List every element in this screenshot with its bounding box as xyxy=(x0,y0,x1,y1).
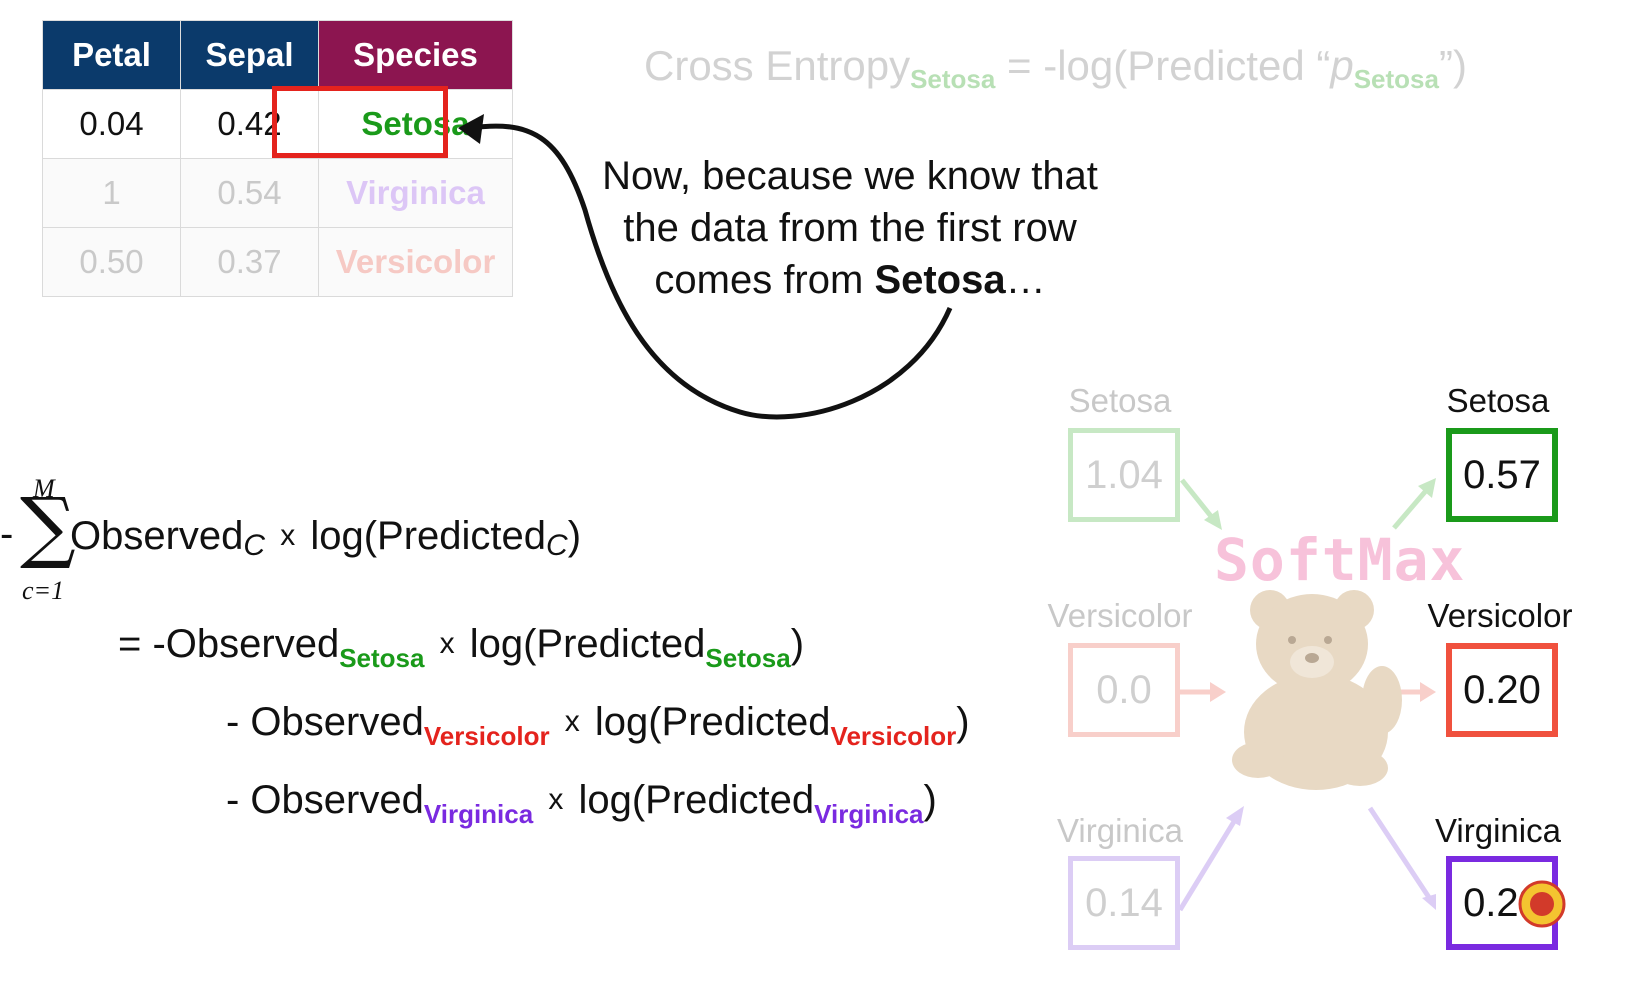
sum-predicted: log(Predicted xyxy=(310,514,547,558)
sigma-icon: ∑ xyxy=(20,482,76,572)
channel-logo-icon xyxy=(1518,880,1566,928)
input-value-versicolor: 0.0 xyxy=(1068,643,1180,737)
narration-line-3-bold: Setosa xyxy=(874,258,1006,302)
output-label-virginica: Virginica xyxy=(1435,812,1561,849)
predicted-versicolor-sub: Versicolor xyxy=(830,721,957,751)
narration-line-3: comes from Setosa… xyxy=(570,254,1130,306)
formula-sub2: Setosa xyxy=(1353,64,1439,94)
observed-virginica-sub: Virginica xyxy=(423,799,534,829)
expanded-virginica-term: - ObservedVirginica x log(PredictedVirgi… xyxy=(226,778,937,830)
observed-setosa: = -Observed xyxy=(118,622,340,666)
cell-sepal: 0.42 xyxy=(180,89,319,159)
formula-p: p xyxy=(1330,42,1354,89)
formula-main: Cross Entropy xyxy=(644,42,911,89)
close-paren: ) xyxy=(956,700,970,744)
narration-line-3-post: … xyxy=(1005,258,1046,302)
close-paren: ) xyxy=(923,778,937,822)
observed-virginica: - Observed xyxy=(226,778,424,822)
cross-entropy-setosa-formula: Cross EntropySetosa = -log(Predicted “pS… xyxy=(644,42,1467,95)
output-value-versicolor: 0.20 xyxy=(1446,643,1558,737)
narration-text: Now, because we know that the data from … xyxy=(570,150,1130,306)
output-label-setosa: Setosa xyxy=(1446,382,1550,419)
formula-sub: Setosa xyxy=(910,64,996,94)
cell-petal: 0.50 xyxy=(42,227,181,297)
header-species: Species xyxy=(318,20,513,90)
times-sign: x xyxy=(280,519,296,552)
cell-petal: 1 xyxy=(42,158,181,228)
observed-versicolor: - Observed xyxy=(226,700,424,744)
sum-observed: Observed xyxy=(70,514,244,558)
formula-end: ”) xyxy=(1438,42,1467,89)
observed-setosa-sub: Setosa xyxy=(339,643,425,673)
times-sign: x xyxy=(548,783,564,816)
input-value-virginica: 0.14 xyxy=(1068,856,1180,950)
cell-sepal: 0.37 xyxy=(180,227,319,297)
sum-minus-sign: - xyxy=(0,512,14,556)
times-sign: x xyxy=(564,705,580,738)
header-sepal: Sepal xyxy=(180,20,319,90)
expanded-setosa-term: = -ObservedSetosa x log(PredictedSetosa) xyxy=(118,622,804,674)
sum-observed-sub: C xyxy=(243,529,266,562)
input-value-setosa: 1.04 xyxy=(1068,428,1180,522)
output-value-setosa: 0.57 xyxy=(1446,428,1558,522)
table-header-row: Petal Sepal Species xyxy=(42,20,513,90)
predicted-setosa-sub: Setosa xyxy=(705,643,791,673)
narration-line-2: the data from the first row xyxy=(623,206,1077,250)
cell-sepal: 0.54 xyxy=(180,158,319,228)
input-label-virginica: Virginica xyxy=(1057,812,1183,849)
input-label-setosa: Setosa xyxy=(1068,382,1172,419)
input-label-versicolor: Versicolor xyxy=(1047,597,1193,634)
observed-versicolor-sub: Versicolor xyxy=(423,721,550,751)
formula-mid: = -log(Predicted “ xyxy=(995,42,1331,89)
sum-formula-line: ObservedC x log(PredictedC) xyxy=(70,514,581,563)
cell-petal: 0.04 xyxy=(42,89,181,159)
output-label-versicolor: Versicolor xyxy=(1427,597,1573,634)
predicted-virginica-sub: Virginica xyxy=(814,799,924,829)
predicted-setosa: log(Predicted xyxy=(469,622,706,666)
close-paren: ) xyxy=(567,514,582,558)
expanded-versicolor-term: - ObservedVersicolor x log(PredictedVers… xyxy=(226,700,970,752)
sum-predicted-sub: C xyxy=(546,529,568,562)
predicted-virginica: log(Predicted xyxy=(578,778,815,822)
sigma-lower-limit: c=1 xyxy=(22,576,65,605)
times-sign: x xyxy=(439,627,455,660)
narration-line-1: Now, because we know that xyxy=(602,154,1098,198)
narration-line-3-pre: comes from xyxy=(654,258,875,302)
close-paren: ) xyxy=(790,622,805,666)
teddy-bear-icon xyxy=(1232,590,1402,790)
predicted-versicolor: log(Predicted xyxy=(594,700,831,744)
header-petal: Petal xyxy=(42,20,181,90)
